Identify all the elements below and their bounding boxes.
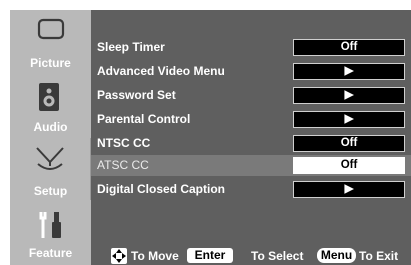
menu-item-label: Sleep Timer (97, 40, 165, 54)
menu-item-ntsc-cc[interactable]: NTSC CC Off (91, 133, 411, 154)
menu-item-parental-control[interactable]: Parental Control ▶ (91, 109, 411, 130)
menu-item-label: Password Set (97, 88, 176, 102)
tab-picture[interactable]: Picture (10, 10, 91, 72)
submenu-arrow-icon[interactable]: ▶ (293, 181, 405, 198)
help-bar: To Move Enter To Select Menu To Exit (91, 245, 411, 265)
tools-icon (39, 212, 61, 238)
submenu-arrow-icon[interactable]: ▶ (293, 87, 405, 104)
menu-item-digital-closed-caption[interactable]: Digital Closed Caption ▶ (91, 179, 411, 200)
menu-key-badge: Menu (317, 248, 356, 263)
submenu-arrow-icon[interactable]: ▶ (293, 63, 405, 80)
speaker-icon (39, 83, 59, 111)
menu-item-label: Digital Closed Caption (97, 182, 226, 196)
tab-feature[interactable]: Feature (10, 204, 91, 265)
sidebar: Picture Audio Setup Feature (10, 10, 91, 265)
menu-item-label: ATSC CC (97, 158, 149, 172)
tab-audio[interactable]: Audio (10, 76, 91, 138)
help-select-text: To Select (251, 249, 304, 263)
menu-item-label: Parental Control (97, 112, 191, 126)
menu-item-value[interactable]: Off (293, 157, 405, 174)
menu-item-sleep-timer[interactable]: Sleep Timer Off (91, 37, 411, 58)
menu-item-advanced-video-menu[interactable]: Advanced Video Menu ▶ (91, 61, 411, 82)
menu-item-password-set[interactable]: Password Set ▶ (91, 85, 411, 106)
menu-item-value[interactable]: Off (293, 135, 405, 152)
dpad-icon (111, 248, 127, 264)
tab-label-audio: Audio (33, 120, 68, 134)
menu-item-value[interactable]: Off (293, 39, 405, 56)
help-move-text: To Move (131, 249, 179, 263)
tab-setup[interactable]: Setup (10, 138, 91, 200)
submenu-arrow-icon[interactable]: ▶ (293, 111, 405, 128)
tab-label-picture: Picture (30, 56, 71, 70)
enter-key-badge: Enter (187, 248, 233, 263)
tv-screen-icon (37, 18, 65, 40)
menu-item-label: NTSC CC (97, 136, 151, 150)
menu-item-atsc-cc[interactable]: ATSC CC Off (91, 155, 411, 176)
satellite-dish-icon (36, 147, 64, 170)
tab-label-feature: Feature (28, 246, 73, 260)
menu-item-label: Advanced Video Menu (97, 64, 225, 78)
help-exit-text: To Exit (359, 249, 399, 263)
tab-label-setup: Setup (33, 184, 68, 198)
